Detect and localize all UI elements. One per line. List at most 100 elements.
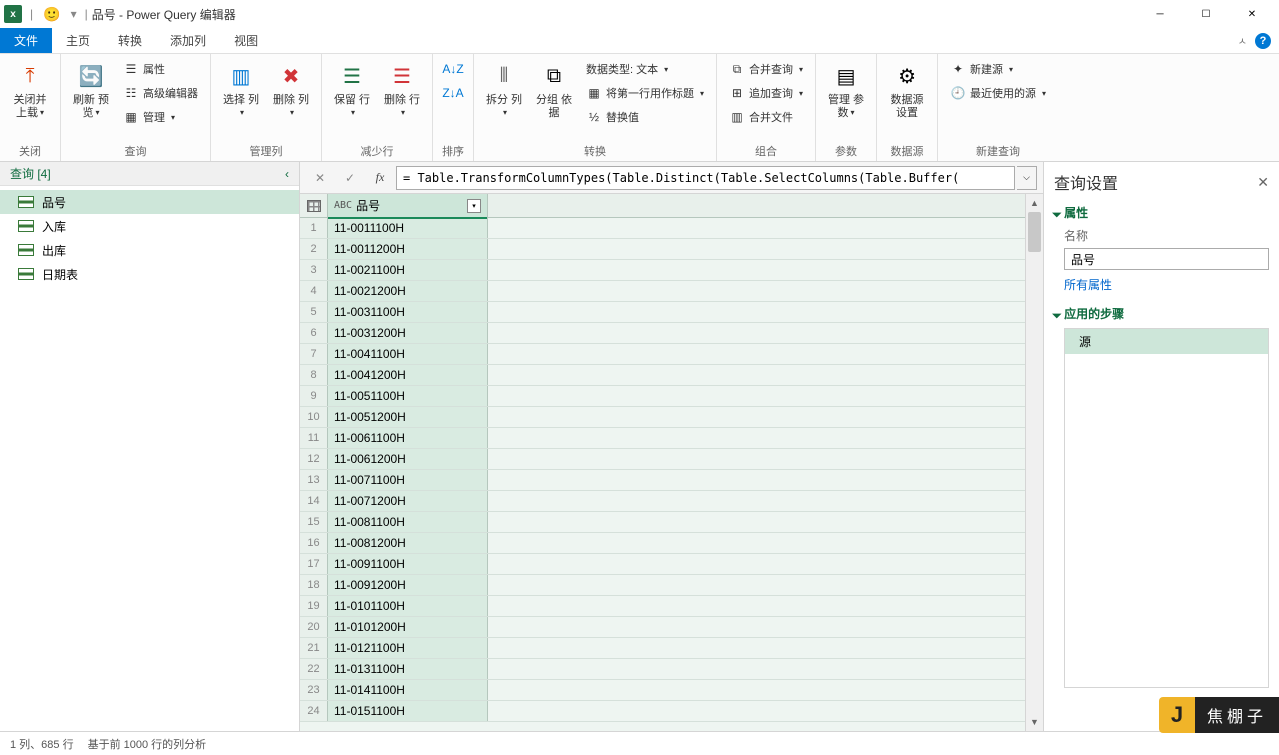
table-row[interactable]: 1411-0071200H bbox=[300, 491, 1025, 512]
query-item[interactable]: 品号 bbox=[0, 190, 299, 214]
table-row[interactable]: 1211-0061200H bbox=[300, 449, 1025, 470]
cell[interactable]: 11-0011100H bbox=[328, 218, 488, 238]
row-number[interactable]: 17 bbox=[300, 554, 328, 574]
cell[interactable]: 11-0061100H bbox=[328, 428, 488, 448]
table-row[interactable]: 511-0031100H bbox=[300, 302, 1025, 323]
sort-asc-button[interactable]: A↓Z bbox=[441, 58, 465, 80]
table-row[interactable]: 2011-0101200H bbox=[300, 617, 1025, 638]
cell[interactable]: 11-0021100H bbox=[328, 260, 488, 280]
minimize-button[interactable]: ─ bbox=[1137, 0, 1183, 28]
cell[interactable]: 11-0031100H bbox=[328, 302, 488, 322]
row-number[interactable]: 21 bbox=[300, 638, 328, 658]
datatype-text-icon[interactable]: ABC bbox=[334, 200, 352, 211]
row-number[interactable]: 14 bbox=[300, 491, 328, 511]
cell[interactable]: 11-0101100H bbox=[328, 596, 488, 616]
cell[interactable]: 11-0141100H bbox=[328, 680, 488, 700]
table-row[interactable]: 1611-0081200H bbox=[300, 533, 1025, 554]
properties-button[interactable]: ☰属性 bbox=[119, 58, 202, 80]
table-row[interactable]: 2111-0121100H bbox=[300, 638, 1025, 659]
query-item[interactable]: 入库 bbox=[0, 214, 299, 238]
cancel-formula-button[interactable]: ✕ bbox=[306, 166, 334, 190]
row-number[interactable]: 23 bbox=[300, 680, 328, 700]
table-row[interactable]: 911-0051100H bbox=[300, 386, 1025, 407]
remove-rows-button[interactable]: ☰ 删除 行▾ bbox=[380, 58, 424, 122]
row-number[interactable]: 8 bbox=[300, 365, 328, 385]
row-number[interactable]: 12 bbox=[300, 449, 328, 469]
table-row[interactable]: 811-0041200H bbox=[300, 365, 1025, 386]
cell[interactable]: 11-0121100H bbox=[328, 638, 488, 658]
cell[interactable]: 11-0081200H bbox=[328, 533, 488, 553]
merge-queries-button[interactable]: ⧉合并查询▾ bbox=[725, 58, 807, 80]
qat-dropdown[interactable]: ▾ bbox=[71, 7, 77, 21]
accept-formula-button[interactable]: ✓ bbox=[336, 166, 364, 190]
cell[interactable]: 11-0071200H bbox=[328, 491, 488, 511]
scroll-down-icon[interactable]: ▼ bbox=[1026, 713, 1043, 731]
column-filter-button[interactable]: ▾ bbox=[467, 199, 481, 213]
advanced-editor-button[interactable]: ☷高级编辑器 bbox=[119, 82, 202, 104]
recent-sources-button[interactable]: 🕘最近使用的源▾ bbox=[946, 82, 1050, 104]
table-row[interactable]: 1811-0091200H bbox=[300, 575, 1025, 596]
collapse-ribbon-icon[interactable]: ㅅ bbox=[1238, 33, 1247, 48]
replace-values-button[interactable]: ½替换值 bbox=[582, 106, 708, 128]
close-load-button[interactable]: ⤒ 关闭并 上载▾ bbox=[8, 58, 52, 122]
cell[interactable]: 11-0041200H bbox=[328, 365, 488, 385]
cell[interactable]: 11-0051100H bbox=[328, 386, 488, 406]
table-row[interactable]: 2311-0141100H bbox=[300, 680, 1025, 701]
tab-addcolumn[interactable]: 添加列 bbox=[156, 28, 220, 53]
refresh-preview-button[interactable]: 🔄 刷新 预览▾ bbox=[69, 58, 113, 122]
formula-input[interactable] bbox=[396, 166, 1015, 190]
tab-home[interactable]: 主页 bbox=[52, 28, 104, 53]
smiley-icon[interactable]: 🙂 bbox=[43, 6, 60, 23]
query-item[interactable]: 日期表 bbox=[0, 262, 299, 286]
table-row[interactable]: 2411-0151100H bbox=[300, 701, 1025, 722]
table-row[interactable]: 1011-0051200H bbox=[300, 407, 1025, 428]
cell[interactable]: 11-0041100H bbox=[328, 344, 488, 364]
group-by-button[interactable]: ⧉ 分组 依据 bbox=[532, 58, 576, 122]
close-button[interactable]: ✕ bbox=[1229, 0, 1275, 28]
combine-files-button[interactable]: ▥合并文件 bbox=[725, 106, 807, 128]
append-queries-button[interactable]: ⊞追加查询▾ bbox=[725, 82, 807, 104]
scroll-up-icon[interactable]: ▲ bbox=[1026, 194, 1043, 212]
all-properties-link[interactable]: 所有属性 bbox=[1054, 276, 1269, 293]
table-row[interactable]: 1111-0061100H bbox=[300, 428, 1025, 449]
cell[interactable]: 11-0071100H bbox=[328, 470, 488, 490]
row-number[interactable]: 18 bbox=[300, 575, 328, 595]
applied-step[interactable]: 源 bbox=[1065, 329, 1268, 354]
remove-columns-button[interactable]: ✖ 删除 列▾ bbox=[269, 58, 313, 122]
fx-icon[interactable]: fx bbox=[366, 166, 394, 190]
datatype-button[interactable]: 数据类型: 文本▾ bbox=[582, 58, 708, 80]
cell[interactable]: 11-0091100H bbox=[328, 554, 488, 574]
row-number[interactable]: 3 bbox=[300, 260, 328, 280]
close-settings-button[interactable]: ✕ bbox=[1257, 174, 1269, 191]
table-row[interactable]: 2211-0131100H bbox=[300, 659, 1025, 680]
cell[interactable]: 11-0151100H bbox=[328, 701, 488, 721]
table-row[interactable]: 1711-0091100H bbox=[300, 554, 1025, 575]
table-row[interactable]: 411-0021200H bbox=[300, 281, 1025, 302]
row-number[interactable]: 20 bbox=[300, 617, 328, 637]
choose-columns-button[interactable]: ▥ 选择 列▾ bbox=[219, 58, 263, 122]
row-number[interactable]: 19 bbox=[300, 596, 328, 616]
manage-button[interactable]: ▦管理▾ bbox=[119, 106, 202, 128]
split-column-button[interactable]: ⫴ 拆分 列▾ bbox=[482, 58, 526, 122]
row-number[interactable]: 13 bbox=[300, 470, 328, 490]
row-number[interactable]: 15 bbox=[300, 512, 328, 532]
cell[interactable]: 11-0131100H bbox=[328, 659, 488, 679]
table-row[interactable]: 611-0031200H bbox=[300, 323, 1025, 344]
cell[interactable]: 11-0031200H bbox=[328, 323, 488, 343]
applied-steps-section-title[interactable]: 应用的步骤 bbox=[1054, 305, 1269, 322]
scroll-thumb[interactable] bbox=[1028, 212, 1041, 252]
cell[interactable]: 11-0061200H bbox=[328, 449, 488, 469]
table-row[interactable]: 1511-0081100H bbox=[300, 512, 1025, 533]
row-number[interactable]: 5 bbox=[300, 302, 328, 322]
cell[interactable]: 11-0091200H bbox=[328, 575, 488, 595]
row-number[interactable]: 11 bbox=[300, 428, 328, 448]
maximize-button[interactable]: ☐ bbox=[1183, 0, 1229, 28]
row-number[interactable]: 10 bbox=[300, 407, 328, 427]
tab-transform[interactable]: 转换 bbox=[104, 28, 156, 53]
collapse-queries-icon[interactable]: ‹ bbox=[285, 167, 289, 181]
properties-section-title[interactable]: 属性 bbox=[1054, 204, 1269, 221]
help-icon[interactable]: ? bbox=[1255, 33, 1271, 49]
row-number[interactable]: 24 bbox=[300, 701, 328, 721]
cell[interactable]: 11-0101200H bbox=[328, 617, 488, 637]
tab-view[interactable]: 视图 bbox=[220, 28, 272, 53]
